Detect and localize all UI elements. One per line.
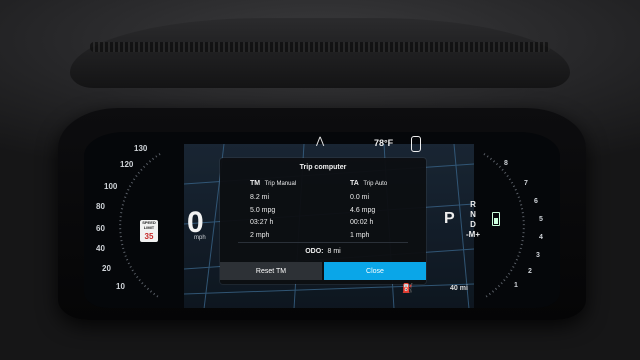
rpm-tick: 1	[514, 282, 518, 289]
trip-distance: 8.2 mi	[250, 194, 270, 201]
rpm-tick: 6	[534, 198, 538, 205]
gear-option: -M+	[466, 230, 480, 239]
fuel-pump-icon: ⛽	[402, 283, 414, 293]
speed-limit-sign: SPEED LIMIT 35	[140, 220, 158, 242]
trip-duration: 00:02 h	[350, 219, 374, 226]
speed-tick: 10	[116, 282, 125, 291]
car-icon	[411, 136, 421, 152]
gear-option: R	[470, 200, 476, 209]
current-gear: P	[444, 210, 455, 227]
gear-indicator: P R N D -M+	[440, 200, 510, 260]
trip-avg-speed: 2 mph	[250, 231, 270, 239]
trip-code: TM	[250, 180, 261, 187]
trip-computer-dialog: Trip computer TM Trip Manual 8.2 mi 5.0 …	[220, 158, 426, 284]
speed-tick: 80	[96, 202, 105, 211]
top-status-bar: ⋀ 78°F	[84, 134, 560, 152]
trip-fuel-economy: 5.0 mpg	[250, 206, 276, 214]
speedometer: 130 120 100 80 60 40 20 10 SPEED LIMIT 3…	[90, 140, 200, 308]
trip-avg-speed: 1 mph	[350, 231, 370, 239]
outside-temperature: 78°F	[374, 138, 394, 148]
trip-code: TA	[350, 180, 359, 187]
trip-duration: 03:27 h	[250, 219, 274, 226]
rpm-tick: 4	[539, 234, 543, 241]
rpm-tick: 7	[524, 180, 528, 187]
trip-distance: 0.0 mi	[350, 194, 370, 201]
trip-label: Trip Auto	[363, 181, 388, 187]
gear-option: D	[470, 220, 476, 229]
dialog-title: Trip computer	[299, 164, 347, 171]
speed-limit-value: 35	[144, 232, 154, 241]
defrost-vent	[90, 42, 550, 52]
trip-label: Trip Manual	[264, 181, 297, 187]
speed-tick: 20	[102, 264, 111, 273]
column-header: TM Trip Manual	[250, 180, 296, 187]
odometer: ODO: 8 mi	[220, 248, 426, 255]
dialog-divider	[238, 242, 408, 243]
reset-tm-button[interactable]: Reset TM	[220, 262, 322, 280]
dashboard-hood	[70, 18, 570, 88]
rpm-tick: 5	[539, 216, 543, 223]
column-header: TA Trip Auto	[350, 180, 387, 187]
speed-unit: mph	[194, 235, 206, 241]
rpm-tick: 8	[504, 160, 508, 167]
fuel-range: 40 mi	[450, 285, 468, 292]
speed-tick: 100	[104, 182, 118, 191]
rpm-tick: 2	[528, 268, 532, 275]
trip-auto-column: TA Trip Auto 0.0 mi 4.6 mpg 00:02 h 1 mp…	[350, 180, 387, 242]
speed-tick: 60	[96, 224, 105, 233]
odometer-label: ODO:	[305, 248, 324, 255]
odometer-value: 8 mi	[327, 248, 341, 255]
gear-option: N	[470, 210, 476, 219]
trip-fuel-economy: 4.6 mpg	[350, 206, 376, 214]
trip-manual-column: TM Trip Manual 8.2 mi 5.0 mpg 03:27 h 2 …	[250, 180, 296, 242]
close-button[interactable]: Close	[324, 262, 426, 280]
speed-tick: 120	[120, 160, 134, 169]
gear-list: R N D -M+	[466, 200, 480, 240]
rpm-tick: 3	[536, 252, 540, 259]
road-icon: ⋀	[316, 136, 325, 147]
speed-limit-caption: SPEED LIMIT	[142, 220, 156, 230]
battery-icon	[492, 212, 500, 226]
speed-tick: 40	[96, 244, 105, 253]
instrument-cluster-screen: 130 120 100 80 60 40 20 10 SPEED LIMIT 3…	[84, 132, 560, 308]
